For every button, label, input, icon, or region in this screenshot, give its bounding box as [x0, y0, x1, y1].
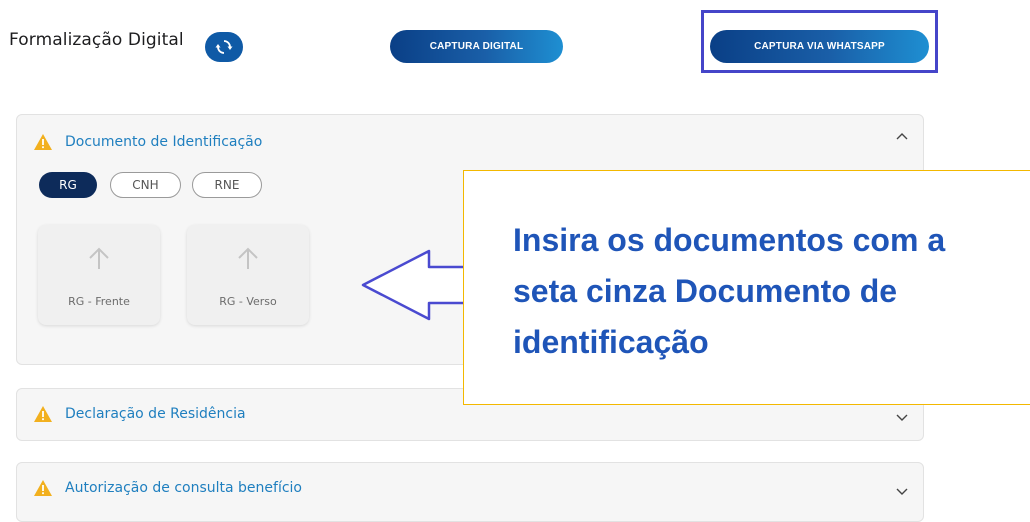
section-title: Autorização de consulta benefício: [65, 480, 302, 496]
section-autorizacao-consulta[interactable]: Autorização de consulta benefício: [16, 462, 924, 522]
section-header[interactable]: Autorização de consulta benefício: [34, 480, 302, 496]
section-header[interactable]: Declaração de Residência: [34, 406, 246, 422]
upload-rg-frente[interactable]: RG - Frente: [38, 225, 160, 325]
section-title: Documento de Identificação: [65, 134, 263, 150]
doc-type-cnh[interactable]: CNH: [110, 172, 181, 198]
upload-arrow-icon: [238, 247, 258, 269]
doc-type-rne[interactable]: RNE: [192, 172, 262, 198]
upload-arrow-icon: [89, 247, 109, 269]
annotation-arrow-icon: [361, 249, 467, 321]
annotation-callout: Insira os documentos com a seta cinza Do…: [463, 170, 1030, 405]
chevron-down-icon[interactable]: [895, 410, 909, 424]
upload-label: RG - Frente: [68, 295, 130, 308]
refresh-icon: [215, 40, 233, 54]
refresh-button[interactable]: [205, 32, 243, 62]
chevron-up-icon[interactable]: [895, 129, 909, 143]
section-title: Declaração de Residência: [65, 406, 246, 422]
chevron-down-icon[interactable]: [895, 484, 909, 498]
warning-icon: [34, 406, 52, 422]
callout-text: Insira os documentos com a seta cinza Do…: [513, 222, 946, 360]
upload-rg-verso[interactable]: RG - Verso: [187, 225, 309, 325]
doc-type-rg[interactable]: RG: [39, 172, 97, 198]
warning-icon: [34, 480, 52, 496]
page-title: Formalização Digital: [9, 30, 184, 50]
section-header[interactable]: Documento de Identificação: [34, 134, 262, 150]
upload-label: RG - Verso: [219, 295, 277, 308]
captura-digital-button[interactable]: CAPTURA DIGITAL: [390, 30, 563, 63]
warning-icon: [34, 134, 52, 150]
whatsapp-highlight-frame: [701, 10, 938, 73]
